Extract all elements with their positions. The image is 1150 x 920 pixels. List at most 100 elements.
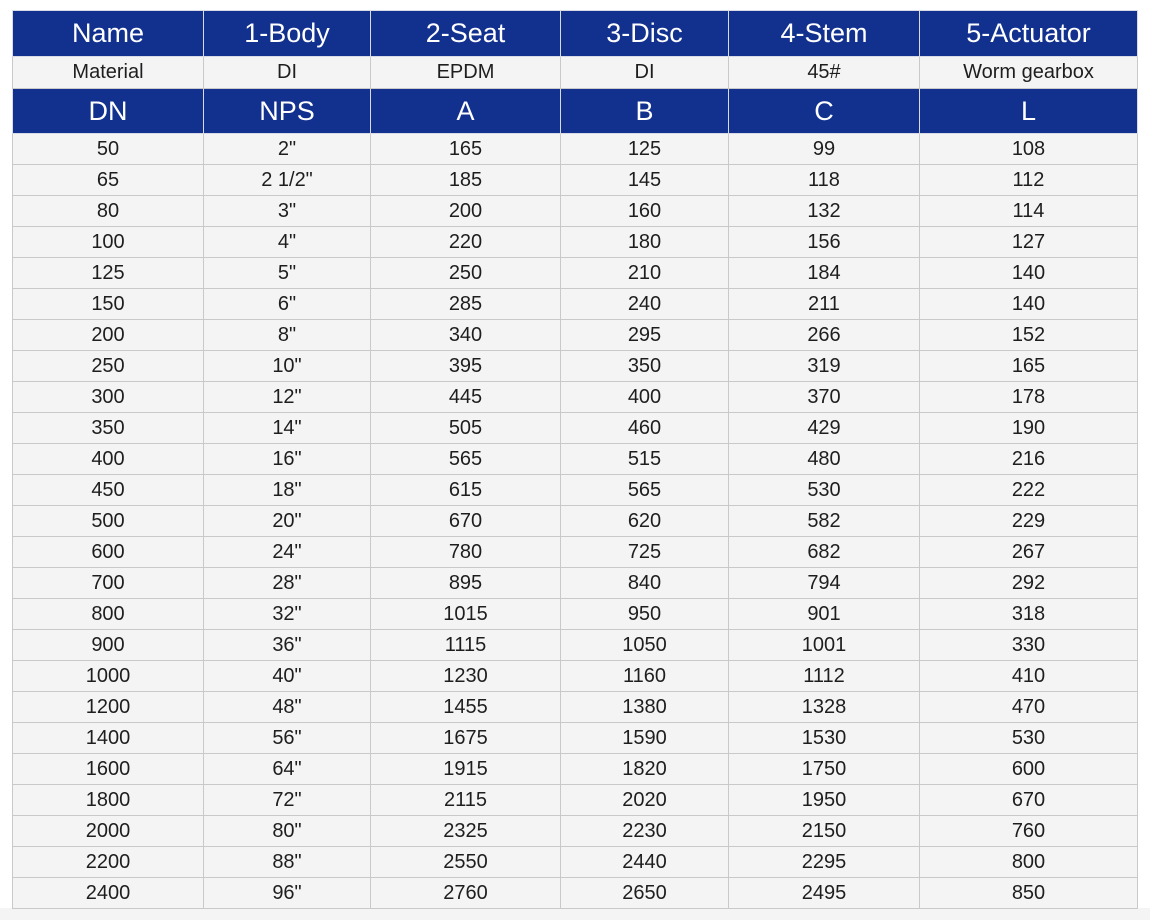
cell-c: 1328	[728, 691, 920, 723]
cell-dn: 125	[12, 257, 204, 289]
cell-b: 145	[560, 164, 729, 196]
cell-a: 1455	[370, 691, 561, 723]
cell-l: 318	[919, 598, 1138, 630]
cell-dn: 1400	[12, 722, 204, 754]
table-row: 100 4" 220 180 156 127	[12, 226, 1138, 258]
table-row: 50 2" 165 125 99 108	[12, 133, 1138, 165]
cell-c: 2150	[728, 815, 920, 847]
cell-b: 2230	[560, 815, 729, 847]
table-row: 900 36" 1115 1050 1001 330	[12, 629, 1138, 661]
cell-dn: 450	[12, 474, 204, 506]
cell-c: 1001	[728, 629, 920, 661]
cell-nps: 80"	[203, 815, 371, 847]
cell-b: 180	[560, 226, 729, 258]
material-cell-stem: 45#	[728, 56, 920, 89]
cell-dn: 80	[12, 195, 204, 227]
cell-dn: 1000	[12, 660, 204, 692]
header-cell-disc: 3-Disc	[560, 10, 729, 57]
cell-c: 794	[728, 567, 920, 599]
table-row: 125 5" 250 210 184 140	[12, 257, 1138, 289]
cell-nps: 3"	[203, 195, 371, 227]
cell-b: 240	[560, 288, 729, 320]
table-row: 400 16" 565 515 480 216	[12, 443, 1138, 475]
dim-header-b: B	[560, 88, 729, 134]
table-row: 1000 40" 1230 1160 1112 410	[12, 660, 1138, 692]
cell-l: 670	[919, 784, 1138, 816]
cell-l: 229	[919, 505, 1138, 537]
cell-dn: 150	[12, 288, 204, 320]
cell-l: 600	[919, 753, 1138, 785]
cell-c: 184	[728, 257, 920, 289]
cell-l: 410	[919, 660, 1138, 692]
cell-c: 1750	[728, 753, 920, 785]
cell-b: 160	[560, 195, 729, 227]
cell-dn: 700	[12, 567, 204, 599]
cell-a: 185	[370, 164, 561, 196]
cell-nps: 36"	[203, 629, 371, 661]
dim-header-nps: NPS	[203, 88, 371, 134]
table-row: 80 3" 200 160 132 114	[12, 195, 1138, 227]
cell-nps: 8"	[203, 319, 371, 351]
table-row: 700 28" 895 840 794 292	[12, 567, 1138, 599]
cell-b: 950	[560, 598, 729, 630]
cell-a: 1915	[370, 753, 561, 785]
cell-l: 190	[919, 412, 1138, 444]
cell-l: 850	[919, 877, 1138, 909]
table-row: 1200 48" 1455 1380 1328 470	[12, 691, 1138, 723]
cell-l: 140	[919, 257, 1138, 289]
cell-l: 112	[919, 164, 1138, 196]
cell-l: 292	[919, 567, 1138, 599]
cell-nps: 24"	[203, 536, 371, 568]
component-header-row: Name 1-Body 2-Seat 3-Disc 4-Stem 5-Actua…	[12, 10, 1138, 57]
material-label-cell: Material	[12, 56, 204, 89]
cell-nps: 18"	[203, 474, 371, 506]
table-row: 2000 80" 2325 2230 2150 760	[12, 815, 1138, 847]
material-cell-disc: DI	[560, 56, 729, 89]
cell-b: 400	[560, 381, 729, 413]
cell-nps: 4"	[203, 226, 371, 258]
cell-dn: 300	[12, 381, 204, 413]
cell-a: 165	[370, 133, 561, 165]
cell-l: 108	[919, 133, 1138, 165]
cell-b: 840	[560, 567, 729, 599]
cell-nps: 48"	[203, 691, 371, 723]
cell-c: 118	[728, 164, 920, 196]
cell-a: 1230	[370, 660, 561, 692]
cell-a: 670	[370, 505, 561, 537]
cell-dn: 50	[12, 133, 204, 165]
dimension-header-row: DN NPS A B C L	[12, 88, 1138, 134]
table-row: 2400 96" 2760 2650 2495 850	[12, 877, 1138, 909]
cell-dn: 900	[12, 629, 204, 661]
table-row: 1400 56" 1675 1590 1530 530	[12, 722, 1138, 754]
cell-a: 285	[370, 288, 561, 320]
cell-l: 140	[919, 288, 1138, 320]
cell-a: 2550	[370, 846, 561, 878]
cell-b: 2020	[560, 784, 729, 816]
header-cell-actuator: 5-Actuator	[919, 10, 1138, 57]
cell-dn: 250	[12, 350, 204, 382]
cell-c: 1530	[728, 722, 920, 754]
cell-dn: 400	[12, 443, 204, 475]
cell-l: 152	[919, 319, 1138, 351]
page-background	[0, 908, 1150, 920]
cell-dn: 200	[12, 319, 204, 351]
cell-a: 780	[370, 536, 561, 568]
cell-nps: 16"	[203, 443, 371, 475]
cell-a: 505	[370, 412, 561, 444]
table-row: 350 14" 505 460 429 190	[12, 412, 1138, 444]
table-row: 600 24" 780 725 682 267	[12, 536, 1138, 568]
cell-l: 178	[919, 381, 1138, 413]
cell-l: 127	[919, 226, 1138, 258]
material-cell-seat: EPDM	[370, 56, 561, 89]
cell-b: 210	[560, 257, 729, 289]
cell-b: 2440	[560, 846, 729, 878]
cell-b: 295	[560, 319, 729, 351]
cell-c: 480	[728, 443, 920, 475]
cell-a: 2760	[370, 877, 561, 909]
cell-a: 220	[370, 226, 561, 258]
cell-c: 1112	[728, 660, 920, 692]
material-cell-body: DI	[203, 56, 371, 89]
cell-a: 250	[370, 257, 561, 289]
cell-dn: 600	[12, 536, 204, 568]
cell-b: 1380	[560, 691, 729, 723]
